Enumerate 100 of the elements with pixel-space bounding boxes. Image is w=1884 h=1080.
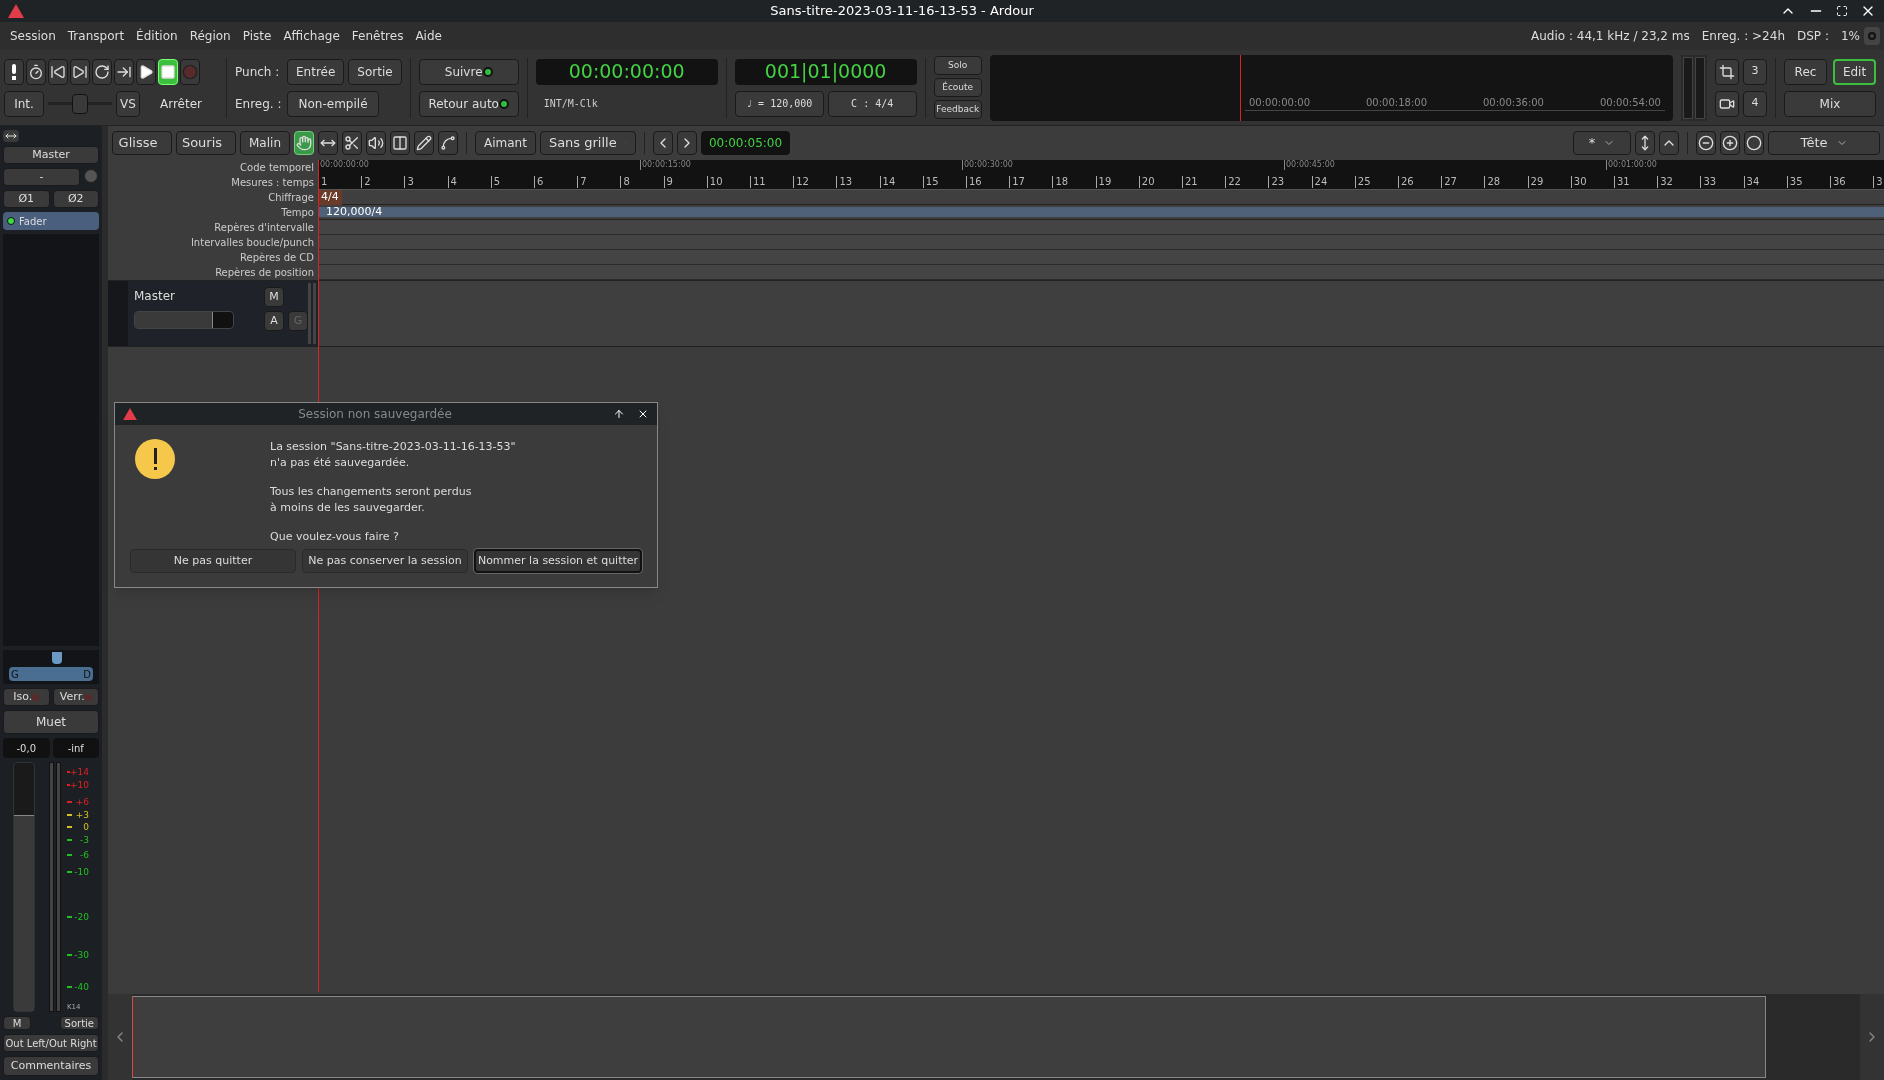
tool-button[interactable] <box>414 131 434 155</box>
meter-button[interactable]: C : 4/4 <box>827 90 917 117</box>
meter-point-button[interactable]: M <box>3 1016 31 1030</box>
marker-ruler[interactable] <box>318 235 1884 250</box>
keep-above-icon[interactable] <box>613 408 625 420</box>
visible-tracks-dropdown[interactable]: * <box>1573 131 1631 155</box>
record-mode-button[interactable]: Non-empilé <box>287 90 379 117</box>
iso-button[interactable]: Iso. <box>3 688 50 706</box>
punch-button[interactable]: Entrée <box>287 58 345 85</box>
transport-button[interactable] <box>70 58 90 85</box>
tool-button[interactable] <box>390 131 410 155</box>
gain-display[interactable]: -0,0 <box>3 738 50 758</box>
shuttle-mode[interactable]: Arrêter <box>144 94 218 113</box>
transport-button[interactable] <box>4 58 24 85</box>
track-gain-slider[interactable] <box>134 311 234 329</box>
grid-dropdown[interactable]: Sans grille <box>539 131 636 155</box>
expand-tracks-button[interactable] <box>1659 131 1679 155</box>
zoom-in-button[interactable] <box>1720 131 1740 155</box>
tool-button[interactable] <box>318 131 338 155</box>
shrink-tracks-button[interactable] <box>1635 131 1655 155</box>
panner[interactable]: G D <box>3 650 99 684</box>
phase-button[interactable]: Ø1 <box>3 190 50 208</box>
comments-button[interactable]: Commentaires <box>3 1056 99 1076</box>
video-button[interactable] <box>1715 90 1739 117</box>
output-label-button[interactable]: Sortie <box>59 1016 99 1030</box>
transport-button[interactable] <box>48 58 68 85</box>
window-tab[interactable]: Rec <box>1784 58 1827 85</box>
pan-handle[interactable] <box>52 652 62 664</box>
zoom-out-button[interactable] <box>1696 131 1716 155</box>
timecode-ruler[interactable]: 00:00:00:00 00:00:15:00 00:00:30:00 00:00:45:00 00:01:00:00 <box>318 160 1884 175</box>
timeline-label: 00:00:18:00 <box>1365 95 1428 110</box>
strip-name-button[interactable]: Master <box>3 146 99 164</box>
output-button[interactable]: Out Left/Out Right <box>3 1034 99 1052</box>
edit-mode-dropdown[interactable]: Glisse <box>112 131 172 155</box>
menu-item[interactable]: Région <box>183 27 237 45</box>
menu-item[interactable]: Fenêtres <box>345 27 410 45</box>
marker-ruler[interactable] <box>318 220 1884 235</box>
ruler-label: Repères de position <box>214 266 315 280</box>
tool-button[interactable] <box>342 131 362 155</box>
ruler-label: Tempo <box>280 206 315 220</box>
width-icon[interactable] <box>3 130 19 142</box>
meter-ruler[interactable]: 4/4 <box>318 190 1884 205</box>
input-button[interactable]: - <box>3 168 80 186</box>
tool-button[interactable] <box>294 131 314 155</box>
nudge-forward-button[interactable] <box>676 131 697 155</box>
transport-button[interactable] <box>26 58 46 85</box>
nudge-clock[interactable]: 00:00:05:00 <box>700 131 791 155</box>
sync-button[interactable]: Int. <box>4 90 44 117</box>
mini-timeline[interactable]: 00:00:00:00 00:00:18:00 00:00:36:00 00:00:54:00 <box>989 54 1673 121</box>
plugin-item[interactable]: Fader <box>3 212 99 230</box>
toggle-button[interactable]: Suivre <box>418 58 519 85</box>
shuttle-thumb[interactable] <box>72 93 88 114</box>
close-icon[interactable] <box>637 408 649 420</box>
layout-button[interactable]: 4 <box>1743 90 1767 117</box>
menu-item[interactable]: Session <box>4 27 62 45</box>
menu-item[interactable]: Édition <box>130 27 184 45</box>
zoom-fit-button[interactable] <box>1744 131 1764 155</box>
dialog-button[interactable]: Ne pas quitter <box>130 549 296 573</box>
menu-item[interactable]: Piste <box>236 27 278 45</box>
toggle-button[interactable]: Retour auto <box>418 90 519 117</box>
smart-mode-button[interactable]: Malin <box>240 131 290 155</box>
tool-button[interactable] <box>366 131 386 155</box>
snap-button[interactable]: Aimant <box>475 131 536 155</box>
maximize-icon[interactable] <box>1836 5 1848 17</box>
tool-button[interactable] <box>438 131 458 155</box>
transport-button[interactable] <box>136 58 156 85</box>
phase-button[interactable]: Ø2 <box>52 190 99 208</box>
primary-clock[interactable]: 00:00:00:00 <box>535 58 718 85</box>
monitor-button[interactable]: Écoute <box>933 78 982 97</box>
crop-button[interactable] <box>1715 58 1739 85</box>
lock-button[interactable]: Verr. <box>52 688 99 706</box>
track-button[interactable]: A <box>264 311 284 331</box>
bars-ruler[interactable]: 1 2 3 4 5 6 7 8 9 10 11 12 13 14 15 16 17 18 19 20 21 22 23 24 25 26 27 28 29 30 31 32 33 34 35 36 3 <box>318 175 1884 190</box>
marker-ruler[interactable] <box>318 250 1884 265</box>
vs-button[interactable]: VS <box>116 90 140 117</box>
ripple-dropdown[interactable]: Souris <box>176 131 236 155</box>
layout-button[interactable]: 3 <box>1743 58 1767 85</box>
monitor-button[interactable]: Feedback <box>933 100 982 119</box>
track-button[interactable]: M <box>264 287 284 307</box>
nudge-back-button[interactable] <box>652 131 673 155</box>
dialog-button[interactable]: Ne pas conserver la session <box>302 549 468 573</box>
audio-status: Audio : 44,1 kHz / 23,2 ms <box>1531 28 1690 45</box>
peak-display[interactable]: -inf <box>52 738 99 758</box>
mute-button[interactable]: Muet <box>3 710 99 734</box>
menu-item[interactable]: Aide <box>409 27 448 45</box>
punch-button[interactable]: Sortie <box>348 58 402 85</box>
transport-button[interactable] <box>92 58 112 85</box>
shuttle-slider[interactable] <box>48 93 112 114</box>
window-tab[interactable]: Edit <box>1833 58 1876 85</box>
track-name[interactable]: Master <box>134 287 260 305</box>
tempo-button[interactable]: ♩ = 120,000 <box>734 90 824 117</box>
dialog-button[interactable]: Nommer la session et quitter <box>474 549 642 573</box>
marker-ruler[interactable] <box>318 265 1884 280</box>
zoom-focus-dropdown[interactable]: Tête <box>1768 131 1880 155</box>
secondary-clock[interactable]: 001|01|0000 <box>734 58 917 85</box>
monitor-button[interactable]: Solo <box>933 56 982 75</box>
window-tab[interactable]: Mix <box>1784 90 1876 117</box>
transport-button[interactable] <box>114 58 134 85</box>
menu-item[interactable]: Transport <box>61 27 131 45</box>
menu-item[interactable]: Affichage <box>277 27 346 45</box>
